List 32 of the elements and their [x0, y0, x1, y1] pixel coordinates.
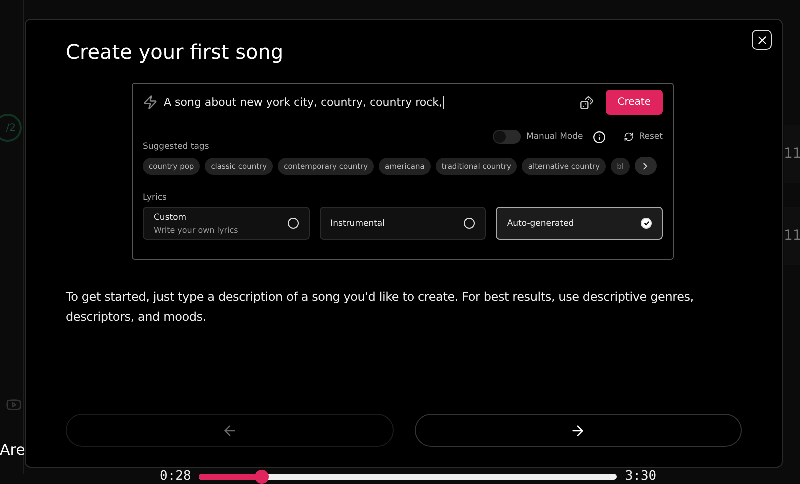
- toggle-label: Manual Mode: [526, 132, 584, 142]
- info-icon[interactable]: [593, 130, 606, 144]
- create-button[interactable]: Create: [606, 90, 663, 115]
- prompt-field[interactable]: A song about new york city, country, country rock,: [164, 96, 574, 110]
- option-title: Instrumental: [330, 218, 385, 228]
- lightning-icon: [143, 95, 158, 110]
- close-button[interactable]: [752, 30, 772, 50]
- lyrics-option[interactable]: Auto-generated: [496, 207, 663, 240]
- lyrics-option[interactable]: Custom Write your own lyrics: [143, 207, 310, 240]
- lyrics-option[interactable]: Instrumental: [320, 207, 486, 240]
- total-time: 3:30: [625, 469, 657, 484]
- radio-icon: [288, 218, 299, 229]
- dice-icon[interactable]: [580, 96, 594, 110]
- reset-button[interactable]: Reset: [624, 132, 663, 142]
- video-icon: [6, 397, 22, 413]
- section-label: Suggested tags: [143, 142, 210, 152]
- progress-thumb[interactable]: [255, 470, 269, 484]
- song-title: Are: [0, 441, 26, 459]
- option-title: Custom: [154, 212, 188, 222]
- option-title: Auto-generated: [507, 218, 574, 228]
- step-badge: /2: [0, 114, 22, 142]
- close-icon: [756, 34, 768, 46]
- description-text: To get started, just type a description of a song you'd like to create. For best results, use descriptive genres, descriptors, and moods.: [66, 289, 695, 326]
- elapsed-time: 0:28: [160, 469, 192, 484]
- section-label: Lyrics: [143, 193, 168, 203]
- scroll-right-button[interactable]: [634, 157, 657, 175]
- option-subtitle: Write your own lyrics: [154, 226, 238, 234]
- radio-icon: [464, 218, 476, 229]
- check-icon: [641, 218, 652, 229]
- manual-mode-toggle[interactable]: [492, 130, 520, 144]
- dialog-title: Create your first song: [66, 40, 285, 64]
- refresh-icon: [624, 132, 634, 142]
